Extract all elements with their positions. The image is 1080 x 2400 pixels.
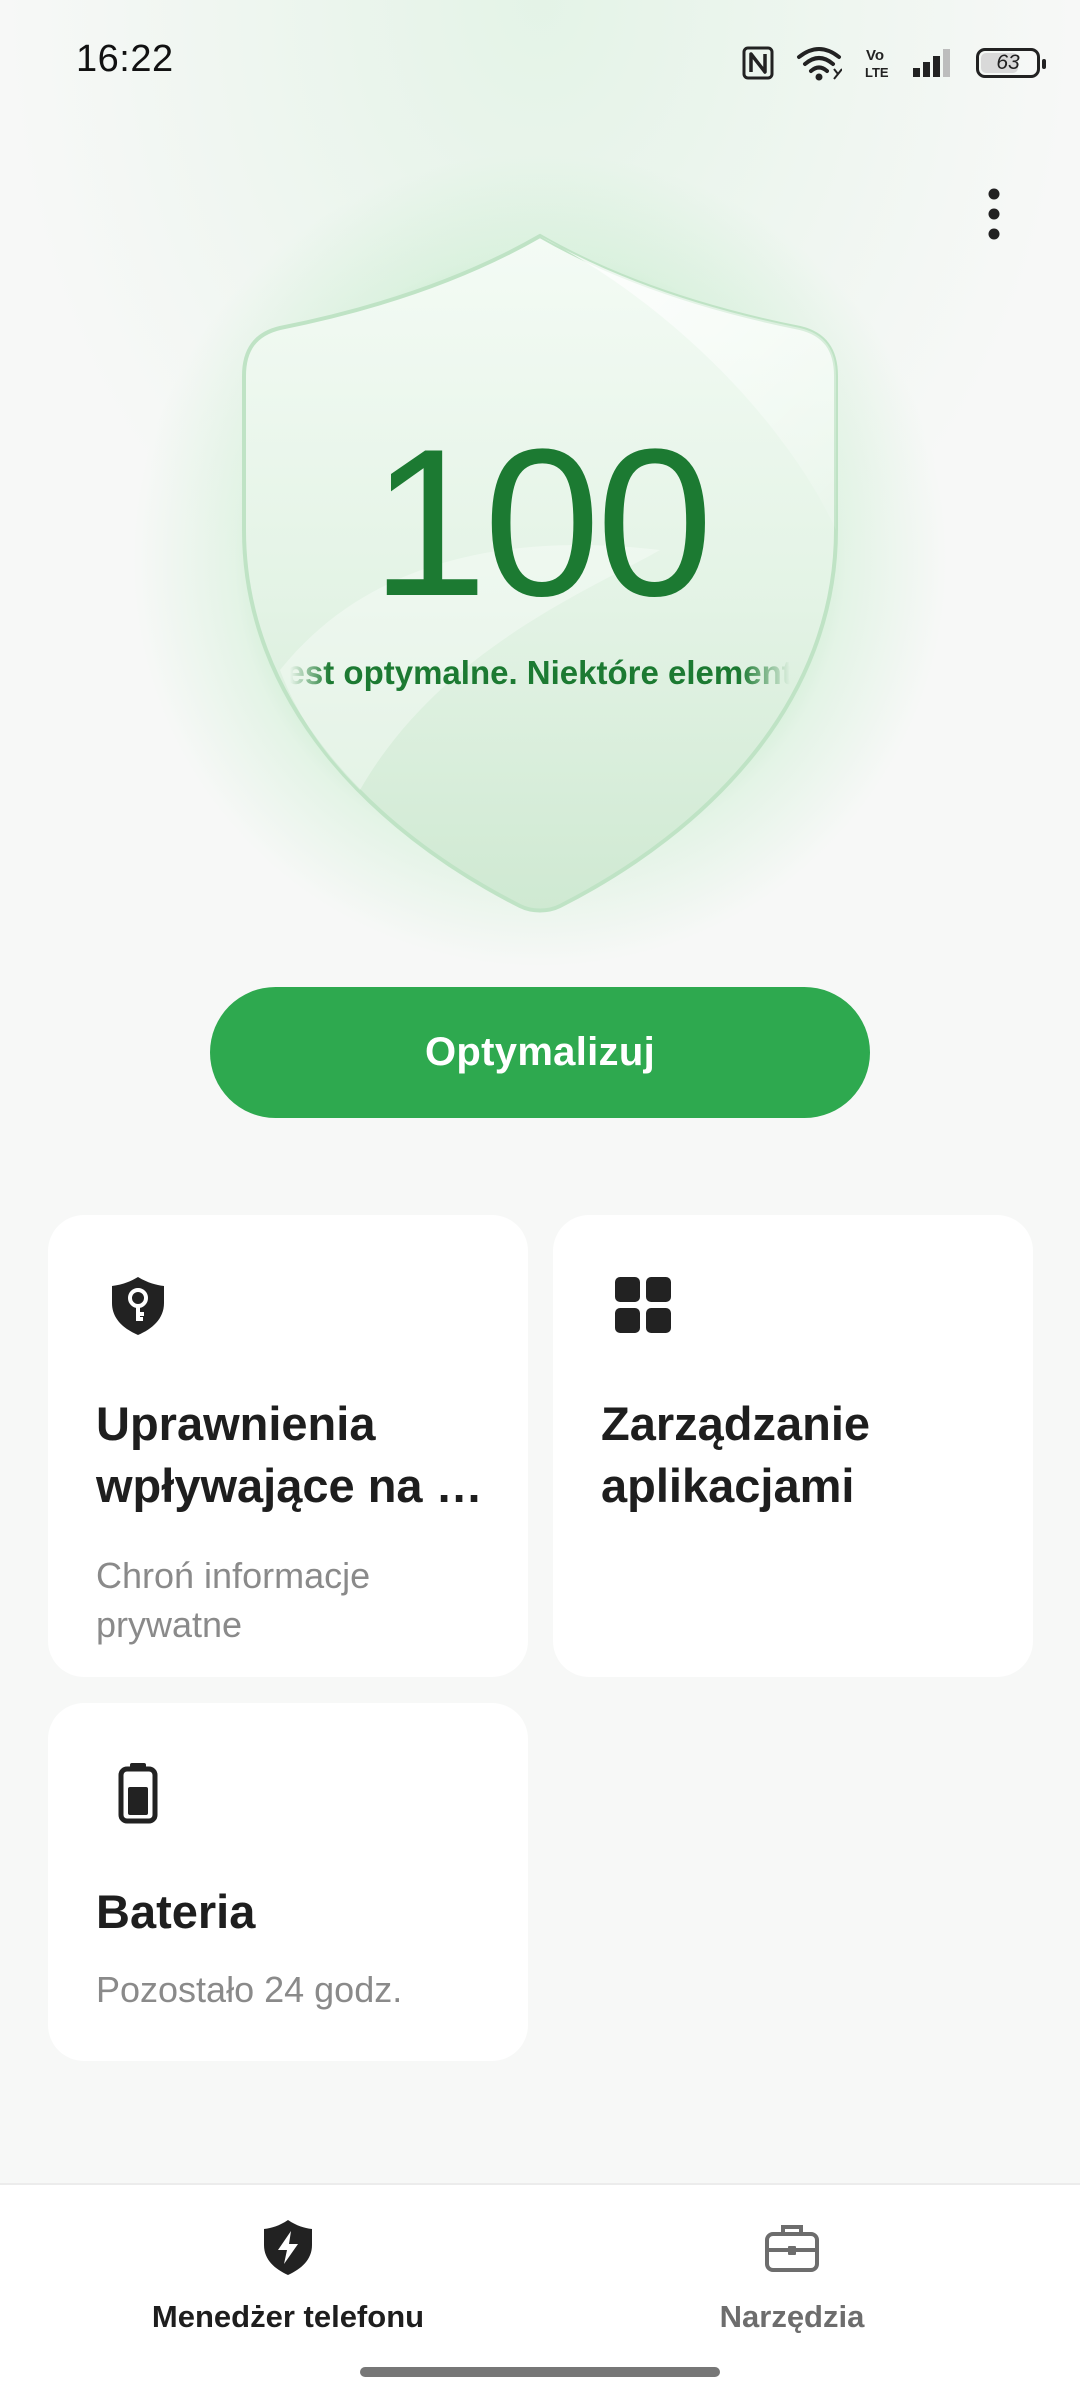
app-grid-icon [615, 1277, 671, 1333]
card-privacy-permissions[interactable]: Uprawnienia wpływające na … Chroń inform… [48, 1215, 528, 1677]
status-marquee: Urządzenie jest optymalne. Niektóre elem… [290, 648, 790, 702]
nav-label: Narzędzia [719, 2299, 865, 2334]
card-title: Uprawnienia wpływające na … [96, 1397, 483, 1512]
volte-icon: Vo LTE [864, 45, 890, 81]
home-indicator[interactable] [360, 2367, 720, 2377]
signal-icon [912, 48, 954, 78]
battery-level: 63 [996, 51, 1020, 74]
health-score: 100 [370, 405, 713, 640]
status-time: 16:22 [76, 38, 174, 80]
battery-icon [118, 1763, 158, 1824]
nfc-icon [742, 46, 774, 80]
battery-indicator: 63 [976, 48, 1046, 78]
shield-key-icon [112, 1277, 164, 1335]
card-app-management[interactable]: Zarządzanie aplikacjami [553, 1215, 1033, 1677]
wifi-icon [796, 45, 842, 81]
svg-text:Vo: Vo [866, 47, 884, 64]
svg-text:LTE: LTE [865, 65, 889, 80]
more-vert-icon [988, 188, 1000, 240]
nav-phone-manager[interactable]: Menedżer telefonu [88, 2217, 488, 2335]
optimize-button[interactable]: Optymalizuj [210, 987, 870, 1118]
phone-manager-screen: 16:22 Vo LTE 63 100 est optymalne. Niekt… [0, 0, 1080, 2400]
status-icons: Vo LTE 63 [742, 38, 1046, 88]
shield-bolt-icon [264, 2220, 312, 2275]
status-text: Urządzenie jest optymalne. Niektóre elem… [290, 654, 790, 691]
more-options-button[interactable] [964, 182, 1024, 246]
toolbox-icon [765, 2225, 819, 2272]
card-subtitle: Pozostało 24 godz. [96, 1969, 403, 2010]
card-battery[interactable]: Bateria Pozostało 24 godz. [48, 1703, 528, 2061]
card-title: Zarządzanie aplikacjami [601, 1397, 871, 1512]
card-title: Bateria [96, 1885, 256, 1938]
card-subtitle: Chroń informacje prywatne [96, 1555, 371, 1645]
nav-label: Menedżer telefonu [151, 2299, 425, 2334]
nav-tools[interactable]: Narzędzia [592, 2217, 992, 2335]
status-bar: 16:22 Vo LTE 63 [0, 0, 1080, 124]
